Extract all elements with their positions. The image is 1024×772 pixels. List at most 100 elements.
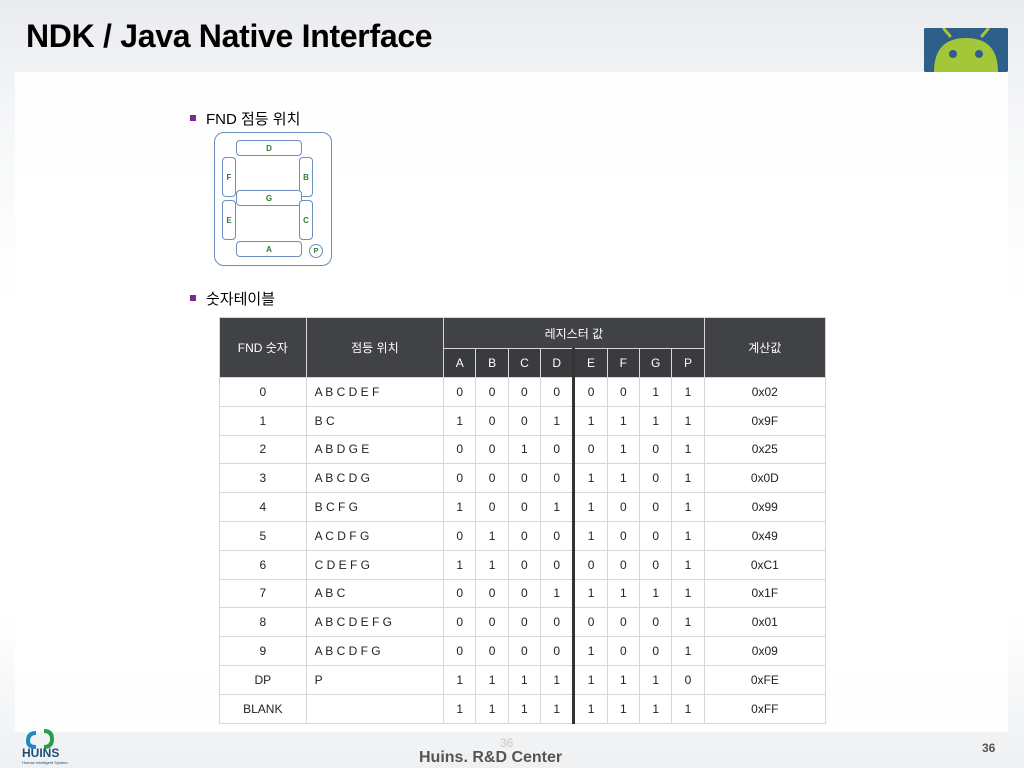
table-row: 1B C 1 0 0 1 1 1 1 1 0x9F: [219, 405, 827, 436]
cell-position: A B C D G: [305, 463, 445, 494]
cell-fnd-num: 0: [219, 377, 307, 407]
cell-calc: 0x25: [703, 434, 827, 465]
cell-bit: 0: [507, 578, 542, 609]
table-row: BLANK 1 1 1 1 1 1 1 1 0xFF: [219, 693, 827, 724]
header-position: 점등 위치: [305, 317, 445, 378]
cell-bit: 1: [573, 492, 608, 522]
cell-bit: 0: [638, 520, 673, 551]
cell-bit: 1: [638, 693, 673, 724]
cell-bit: 0: [507, 520, 542, 551]
cell-calc: 0xFE: [703, 664, 827, 695]
cell-bit: 1: [475, 664, 509, 695]
cell-position: A B D G E: [305, 434, 445, 465]
cell-bit: 1: [638, 578, 673, 609]
cell-bit: 1: [671, 693, 705, 724]
cell-bit: 1: [540, 664, 576, 695]
cell-bit: 1: [606, 664, 640, 695]
cell-bit: 1: [573, 636, 608, 666]
cell-bit: 0: [606, 377, 640, 407]
cell-bit: 0: [475, 578, 509, 609]
cell-fnd-num: 2: [219, 434, 307, 465]
segment-e: E: [222, 200, 236, 240]
cell-bit: 1: [606, 434, 640, 465]
cell-bit: 1: [671, 463, 705, 494]
cell-position: P: [305, 664, 445, 695]
cell-bit: 0: [573, 607, 608, 638]
table-row: 5A C D F G 0 1 0 0 1 0 0 1 0x49: [219, 520, 827, 551]
cell-bit: 0: [638, 492, 673, 522]
cell-bit: 0: [507, 492, 542, 522]
table-row: 3A B C D G 0 0 0 0 1 1 0 1 0x0D: [219, 463, 827, 494]
cell-position: A C D F G: [305, 520, 445, 551]
header-bit-f: F: [606, 348, 640, 378]
cell-bit: 0: [540, 377, 576, 407]
cell-bit: 0: [507, 377, 542, 407]
cell-bit: 0: [540, 607, 576, 638]
cell-bit: 1: [606, 463, 640, 494]
cell-position: A B C D E F: [305, 377, 445, 407]
cell-bit: 0: [507, 607, 542, 638]
cell-bit: 1: [540, 578, 576, 609]
huins-logo-text: HUINS: [22, 746, 60, 760]
cell-calc: 0xFF: [703, 693, 827, 724]
cell-bit: 1: [606, 405, 640, 436]
cell-bit: 0: [507, 549, 542, 580]
cell-bit: 0: [573, 377, 608, 407]
cell-bit: 1: [671, 405, 705, 436]
huins-logo: HUINS Human Intelligent System: [22, 727, 78, 767]
cell-bit: 0: [540, 636, 576, 666]
cell-bit: 1: [573, 664, 608, 695]
table-row: 2A B D G E 0 0 1 0 0 1 0 1 0x25: [219, 434, 827, 465]
cell-bit: 0: [606, 549, 640, 580]
cell-calc: 0xC1: [703, 549, 827, 580]
cell-bit: 0: [475, 434, 509, 465]
cell-bit: 0: [443, 607, 477, 638]
bullet-label: 숫자테이블: [206, 291, 276, 308]
cell-fnd-num: 5: [219, 520, 307, 551]
table-row: 4B C F G 1 0 0 1 1 0 0 1 0x99: [219, 492, 827, 522]
bullet-square-icon: [190, 295, 196, 302]
cell-bit: 0: [638, 463, 673, 494]
header-row: FND 숫자 점등 위치 레지스터 값 계산값: [219, 317, 827, 378]
cell-bit: 0: [638, 636, 673, 666]
cell-bit: 0: [606, 492, 640, 522]
cell-bit: 0: [638, 607, 673, 638]
table-row: DP P 1 1 1 1 1 1 1 0 0xFE: [219, 664, 827, 695]
cell-bit: 1: [671, 607, 705, 638]
cell-bit: 1: [638, 405, 673, 436]
cell-bit: 0: [540, 434, 576, 465]
cell-bit: 1: [573, 520, 608, 551]
table-row: 8A B C D E F G 0 0 0 0 0 0 0 1 0x01: [219, 607, 827, 638]
cell-bit: 0: [443, 520, 477, 551]
cell-bit: 0: [443, 434, 477, 465]
header-bit-g: G: [638, 348, 673, 378]
segment-a: A: [236, 241, 302, 257]
cell-bit: 0: [671, 664, 705, 695]
cell-position: C D E F G: [305, 549, 445, 580]
bullet-number-table: 숫자테이블: [190, 288, 275, 309]
cell-bit: 1: [573, 405, 608, 436]
cell-bit: 0: [638, 549, 673, 580]
cell-bit: 1: [671, 636, 705, 666]
cell-bit: 0: [540, 463, 576, 494]
cell-bit: 1: [671, 549, 705, 580]
footer-center: Huins. R&D Center: [419, 749, 563, 766]
header-bit-b: B: [475, 348, 509, 378]
cell-bit: 1: [475, 693, 509, 724]
cell-bit: 1: [443, 549, 477, 580]
cell-position: A B C D E F G: [305, 607, 445, 638]
segment-c: C: [299, 200, 313, 240]
bullet-fnd-position: FND 점등 위치: [190, 108, 300, 129]
cell-bit: 0: [475, 492, 509, 522]
cell-bit: 0: [540, 549, 576, 580]
cell-bit: 0: [443, 463, 477, 494]
segment-dp: P: [309, 244, 323, 258]
segment-d: D: [236, 140, 302, 156]
cell-bit: 0: [606, 607, 640, 638]
bullet-square-icon: [190, 115, 196, 122]
cell-position: B C F G: [305, 492, 445, 522]
cell-bit: 0: [540, 520, 576, 551]
table-row: 7A B C 0 0 0 1 1 1 1 1 0x1F: [219, 578, 827, 609]
cell-bit: 1: [475, 549, 509, 580]
cell-fnd-num: 8: [219, 607, 307, 638]
